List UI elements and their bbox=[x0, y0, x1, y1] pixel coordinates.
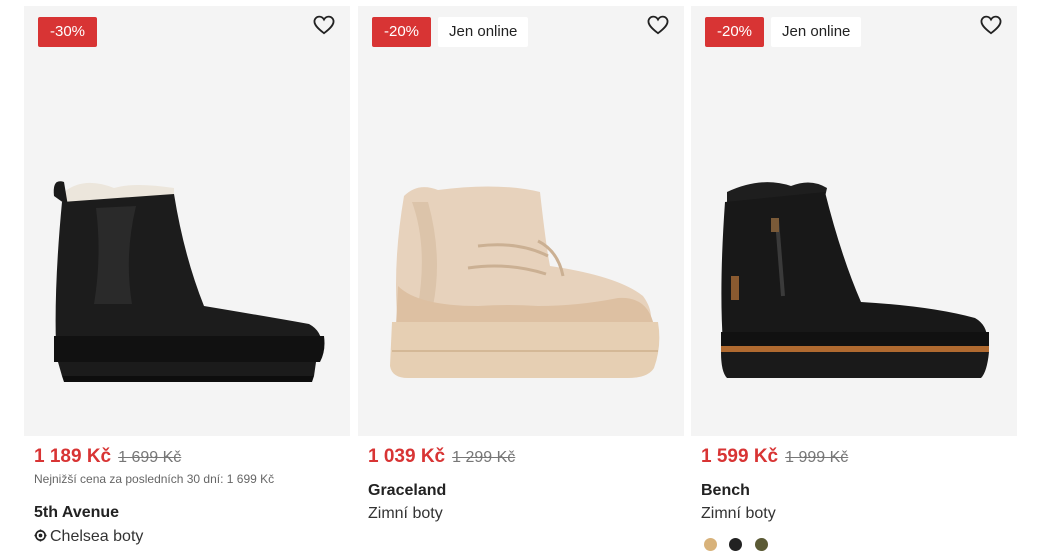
discount-badge: -30% bbox=[38, 17, 98, 47]
product-brand[interactable]: Bench bbox=[701, 482, 750, 500]
color-swatches bbox=[704, 538, 776, 556]
original-price: 1 999 Kč bbox=[785, 449, 849, 466]
color-swatch-beige[interactable] bbox=[704, 538, 717, 551]
product-image[interactable]: -30% bbox=[24, 6, 350, 436]
product-image[interactable]: -20% Jen online bbox=[358, 6, 684, 436]
sustainable-icon bbox=[34, 529, 47, 542]
category-label: Chelsea boty bbox=[50, 528, 144, 545]
product-grid: -30% 1 189 Kč 1 699 Kč Nejnižší cena za p… bbox=[24, 6, 1018, 560]
sale-price: 1 189 Kč bbox=[34, 446, 112, 467]
discount-badge: -20% bbox=[705, 17, 765, 47]
product-card[interactable]: -30% 1 189 Kč 1 699 Kč Nejnižší cena za p… bbox=[24, 6, 350, 560]
sale-price: 1 039 Kč bbox=[368, 446, 446, 467]
black-chelsea-boot-image bbox=[53, 181, 325, 382]
product-brand[interactable]: Graceland bbox=[368, 482, 446, 500]
original-price: 1 299 Kč bbox=[452, 449, 516, 466]
product-category: Zimní boty bbox=[368, 505, 443, 522]
sale-price: 1 599 Kč bbox=[701, 446, 779, 467]
black-suede-winter-boot-image bbox=[721, 182, 989, 378]
wishlist-heart-icon[interactable] bbox=[647, 15, 669, 35]
product-category: Zimní boty bbox=[701, 505, 776, 522]
product-brand[interactable]: 5th Avenue bbox=[34, 504, 119, 522]
product-category: Chelsea boty bbox=[34, 528, 143, 546]
color-swatch-black[interactable] bbox=[729, 538, 743, 551]
lowest-price-note: Nejnižší cena za posledních 30 dní: 1 69… bbox=[34, 472, 275, 486]
product-card[interactable]: -20% Jen online 1 039 Kč 1 299 Kč Gracela… bbox=[358, 6, 684, 560]
discount-badge: -20% bbox=[372, 17, 432, 47]
product-image[interactable]: -20% Jen online bbox=[691, 6, 1017, 436]
wishlist-heart-icon[interactable] bbox=[980, 15, 1002, 35]
price-row: 1 599 Kč 1 999 Kč bbox=[701, 446, 848, 468]
product-card[interactable]: -20% Jen online 1 599 Kč 1 999 Kč Bench Z… bbox=[691, 6, 1017, 560]
online-only-badge: Jen online bbox=[438, 17, 529, 47]
color-swatch-olive[interactable] bbox=[754, 538, 768, 551]
price-row: 1 039 Kč 1 299 Kč bbox=[368, 446, 515, 468]
beige-teddy-boot-image bbox=[390, 186, 660, 378]
price-row: 1 189 Kč 1 699 Kč bbox=[34, 446, 181, 468]
original-price: 1 699 Kč bbox=[118, 449, 182, 466]
wishlist-heart-icon[interactable] bbox=[313, 15, 335, 35]
online-only-badge: Jen online bbox=[771, 17, 862, 47]
